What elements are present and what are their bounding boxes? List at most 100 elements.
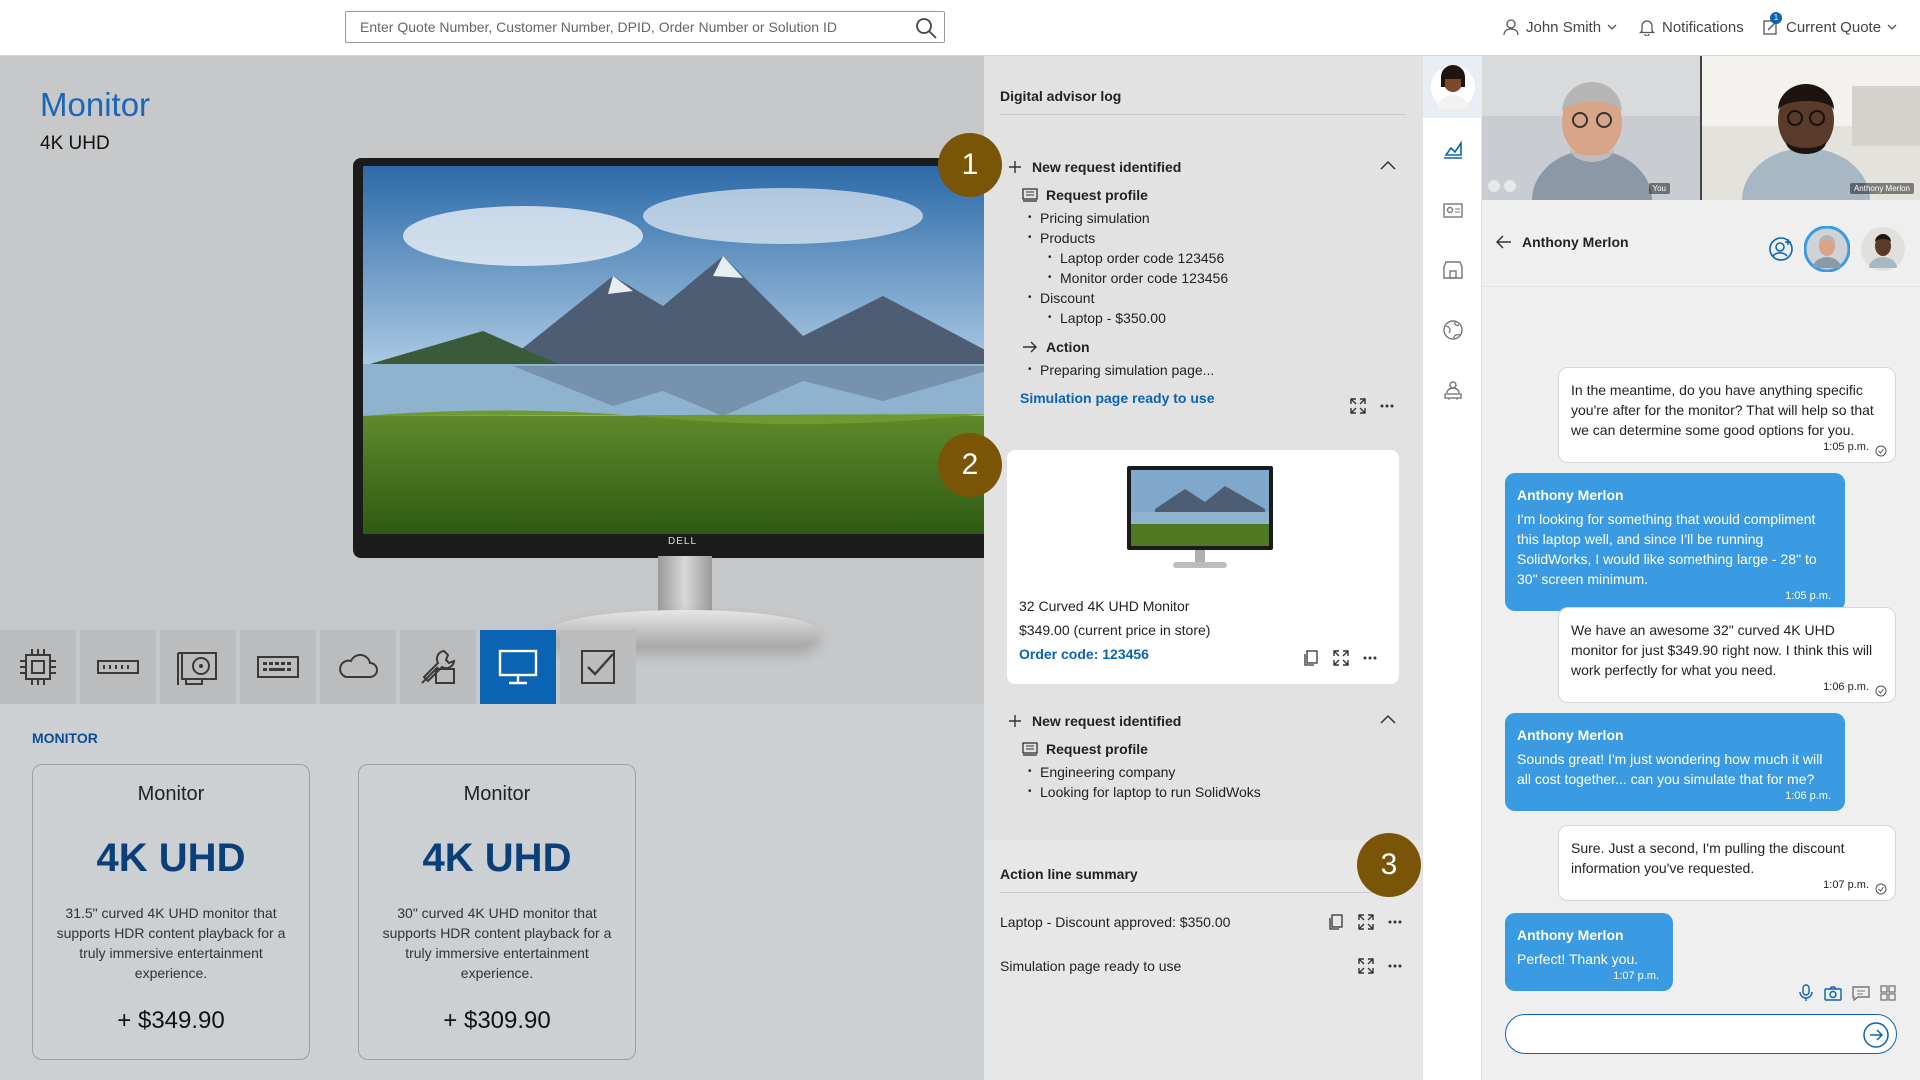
store-icon[interactable] <box>1441 258 1465 282</box>
action-label: Action <box>1046 339 1090 355</box>
quote-icon-wrap: 1 <box>1762 12 1782 36</box>
chevron-up-icon[interactable] <box>1380 714 1396 724</box>
advisor-header: Digital advisor log <box>1000 88 1406 115</box>
tab-cloud[interactable] <box>320 630 396 704</box>
monitor-hero-image: DELL <box>350 158 984 698</box>
more-icon[interactable] <box>1388 964 1402 968</box>
list-item: Laptop - $350.00 <box>1048 308 1406 328</box>
video-call: You Anthony Merlon <box>1482 56 1920 200</box>
team-icon[interactable] <box>1441 378 1465 402</box>
search-input[interactable] <box>346 12 906 42</box>
current-quote-menu[interactable]: 1 Current Quote <box>1762 12 1897 36</box>
tab-services[interactable] <box>400 630 476 704</box>
summary-row-actions <box>1358 958 1402 974</box>
more-icon[interactable] <box>1388 920 1402 924</box>
copy-icon[interactable] <box>1303 650 1319 666</box>
card-resolution: 4K UHD <box>422 836 572 880</box>
back-arrow-icon[interactable] <box>1496 235 1512 249</box>
plus-icon <box>1009 161 1021 173</box>
summary-row-actions <box>1328 914 1402 930</box>
request-profile-heading: Request profile <box>1022 182 1406 208</box>
add-participant-icon[interactable] <box>1768 236 1794 262</box>
participant-avatar-remote[interactable] <box>1860 226 1906 272</box>
chat-input-box <box>1505 1014 1897 1054</box>
top-bar: John Smith Notifications 1 Current Quote <box>0 0 1920 56</box>
simulation-link[interactable]: Simulation page ready to use <box>1020 390 1406 408</box>
checkbox-icon <box>581 650 615 684</box>
expand-icon[interactable] <box>1358 914 1374 930</box>
list-item: Looking for laptop to run SolidWoks <box>1028 782 1406 802</box>
tools-icon <box>421 649 456 684</box>
chevron-up-icon[interactable] <box>1380 160 1396 170</box>
recommended-product-card[interactable]: 32 Curved 4K UHD Monitor $349.00 (curren… <box>1007 450 1399 684</box>
card-price: + $309.90 <box>443 1007 551 1034</box>
comment-icon[interactable] <box>1852 985 1870 1001</box>
tab-monitor[interactable] <box>480 630 556 704</box>
message-time: 1:07 p.m. <box>1613 970 1659 982</box>
expand-icon[interactable] <box>1333 650 1349 666</box>
tab-processor[interactable] <box>0 630 76 704</box>
expand-icon[interactable] <box>1350 398 1366 414</box>
request-profile-list: Pricing simulation Products Laptop order… <box>1028 208 1406 328</box>
monitor-option-card[interactable]: Monitor 4K UHD 31.5" curved 4K UHD monit… <box>32 764 310 1060</box>
product-subtitle: 4K UHD <box>40 133 110 154</box>
info-icon[interactable] <box>1488 180 1500 192</box>
globe-icon[interactable] <box>1441 318 1465 342</box>
list-item: Pricing simulation <box>1028 208 1406 228</box>
search-icon[interactable] <box>914 16 938 40</box>
request-title[interactable]: New request identified <box>1008 710 1406 732</box>
chat-header: Anthony Merlon <box>1496 234 1629 250</box>
list-item: Laptop order code 123456 <box>1048 248 1406 268</box>
tab-review[interactable] <box>560 630 636 704</box>
monitor-icon <box>498 649 538 685</box>
request-title[interactable]: New request identified <box>1008 156 1406 178</box>
notifications-button[interactable]: Notifications <box>1638 18 1744 36</box>
participant-avatar-you[interactable] <box>1804 226 1850 272</box>
message-text: Sure. Just a second, I'm pulling the dis… <box>1571 840 1845 876</box>
plus-icon <box>1009 715 1021 727</box>
chat-tools <box>1798 984 1896 1002</box>
list-item: Monitor order code 123456 <box>1048 268 1406 288</box>
user-menu[interactable]: John Smith <box>1502 18 1617 36</box>
monitor-stand <box>658 556 712 618</box>
action-line-summary: Action line summary Laptop - Discount ap… <box>984 840 1422 1080</box>
copy-icon[interactable] <box>1328 914 1344 930</box>
chat-message-input[interactable] <box>1522 1016 1862 1052</box>
tab-keyboard[interactable] <box>240 630 316 704</box>
card-description: 30" curved 4K UHD monitor that supports … <box>382 905 612 981</box>
chat-panel: You Anthony Merlon Anthony Merlon In the… <box>1482 56 1920 1080</box>
more-icon[interactable] <box>1363 656 1377 660</box>
summary-row-text: Laptop - Discount approved: $350.00 <box>1000 914 1231 930</box>
chat-message-incoming: Anthony Merlon I'm looking for something… <box>1505 473 1845 611</box>
microphone-icon[interactable] <box>1798 984 1814 1002</box>
simulation-link-text[interactable]: Simulation page ready to use <box>1020 390 1215 406</box>
tab-memory[interactable] <box>80 630 156 704</box>
camera-icon[interactable] <box>1824 985 1842 1001</box>
message-sender: Anthony Merlon <box>1517 927 1624 943</box>
mute-icon[interactable] <box>1504 180 1516 192</box>
message-sender: Anthony Merlon <box>1517 487 1624 503</box>
video-tile-remote: Anthony Merlon <box>1702 56 1920 200</box>
step-badge-1: 1 <box>938 133 1002 197</box>
chat-messages: In the meantime, do you have anything sp… <box>1482 286 1920 991</box>
chat-contact-name: Anthony Merlon <box>1522 234 1629 250</box>
section-label: MONITOR <box>32 730 98 746</box>
send-icon[interactable] <box>1862 1021 1890 1049</box>
advisor-avatar[interactable] <box>1423 56 1483 118</box>
brand-logo: DELL <box>668 536 698 547</box>
search-box <box>345 11 945 43</box>
card-name: Monitor <box>463 783 531 805</box>
monitor-option-card[interactable]: Monitor 4K UHD 30" curved 4K UHD monitor… <box>358 764 636 1060</box>
id-card-icon[interactable] <box>1441 198 1465 222</box>
video-you-label: You <box>1648 183 1670 194</box>
request-title-text: New request identified <box>1032 159 1182 175</box>
order-code-link[interactable]: Order code: 123456 <box>1019 646 1149 662</box>
apps-grid-icon[interactable] <box>1880 985 1896 1001</box>
request-profile-label: Request profile <box>1046 741 1148 757</box>
request-section: New request identified Request profile E… <box>1008 710 1406 802</box>
tab-graphics[interactable] <box>160 630 236 704</box>
request-title-text: New request identified <box>1032 713 1182 729</box>
more-icon[interactable] <box>1380 404 1394 408</box>
expand-icon[interactable] <box>1358 958 1374 974</box>
chart-icon[interactable] <box>1441 138 1465 162</box>
